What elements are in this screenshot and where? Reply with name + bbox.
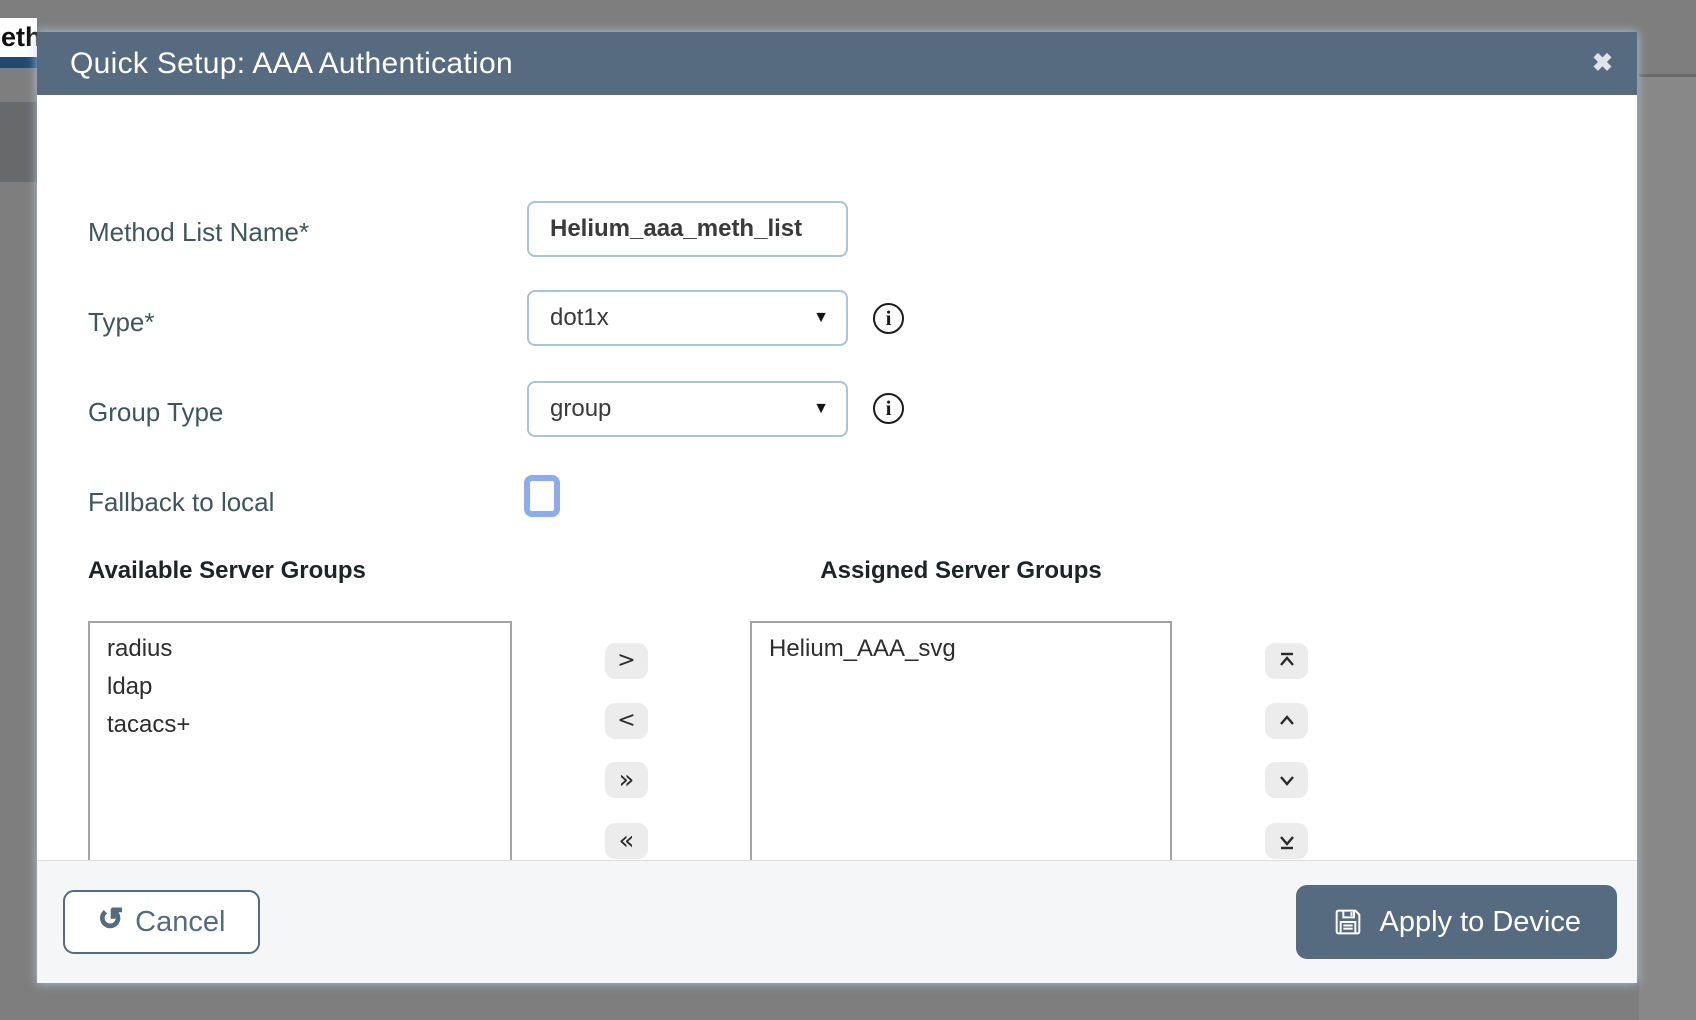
assigned-server-groups-heading: Assigned Server Groups bbox=[750, 557, 1172, 585]
method-list-name-label: Method List Name* bbox=[88, 217, 309, 248]
move-to-bottom-button[interactable] bbox=[1265, 823, 1308, 859]
chevron-down-icon: ▼ bbox=[813, 400, 829, 418]
move-selected-right-button[interactable]: > bbox=[605, 643, 648, 679]
move-up-button[interactable] bbox=[1265, 703, 1308, 739]
move-all-right-button[interactable]: » bbox=[605, 762, 648, 798]
chevron-right-icon: > bbox=[617, 650, 635, 672]
list-item[interactable]: Helium_AAA_svg bbox=[752, 630, 1170, 668]
move-selected-left-button[interactable]: < bbox=[605, 703, 648, 739]
type-label: Type* bbox=[88, 307, 155, 338]
type-info-icon[interactable]: i bbox=[873, 303, 904, 334]
fallback-to-local-label: Fallback to local bbox=[88, 487, 274, 518]
background-right-band bbox=[1639, 77, 1696, 1020]
double-chevron-left-icon: « bbox=[619, 828, 635, 854]
chevron-down-icon bbox=[1275, 768, 1299, 792]
chevron-down-icon: ▼ bbox=[813, 309, 829, 327]
assigned-server-groups-listbox[interactable]: Helium_AAA_svg bbox=[750, 621, 1172, 863]
apply-button-label: Apply to Device bbox=[1380, 906, 1582, 939]
dialog-title: Quick Setup: AAA Authentication bbox=[70, 47, 513, 81]
move-to-top-button[interactable] bbox=[1265, 643, 1308, 679]
available-server-groups-heading: Available Server Groups bbox=[88, 557, 366, 585]
chevron-down-bar-icon bbox=[1275, 829, 1299, 853]
available-server-groups-listbox[interactable]: radiusldaptacacs+ bbox=[88, 621, 512, 863]
apply-to-device-button[interactable]: Apply to Device bbox=[1296, 885, 1618, 959]
list-item[interactable]: ldap bbox=[90, 668, 510, 706]
dialog-body: Method List Name* Type* dot1x ▼ i Group … bbox=[37, 95, 1637, 860]
chevron-left-icon: < bbox=[617, 710, 635, 732]
dialog-header: Quick Setup: AAA Authentication ✖ bbox=[37, 32, 1637, 95]
chevron-up-icon bbox=[1275, 709, 1299, 733]
list-item[interactable]: radius bbox=[90, 630, 510, 668]
quick-setup-aaa-dialog: Quick Setup: AAA Authentication ✖ Method… bbox=[37, 32, 1637, 983]
close-icon[interactable]: ✖ bbox=[1592, 51, 1613, 76]
move-all-left-button[interactable]: « bbox=[605, 823, 648, 859]
double-chevron-right-icon: » bbox=[619, 767, 635, 793]
background-tab-text: ethod bbox=[1, 22, 37, 53]
group-type-info-icon[interactable]: i bbox=[873, 393, 904, 424]
background-active-tab-underline bbox=[0, 57, 37, 68]
background-tab-fragment: ethod bbox=[0, 18, 37, 57]
chevron-up-bar-icon bbox=[1275, 649, 1299, 673]
dialog-footer: ↺ Cancel Apply to Device bbox=[37, 860, 1637, 983]
background-table-header-fragment bbox=[0, 102, 37, 182]
type-select[interactable]: dot1x ▼ bbox=[527, 290, 848, 346]
cancel-button-label: Cancel bbox=[135, 906, 225, 939]
group-type-select-value: group bbox=[550, 395, 611, 423]
save-icon bbox=[1332, 906, 1364, 938]
undo-icon: ↺ bbox=[98, 905, 123, 935]
method-list-name-input[interactable] bbox=[527, 201, 848, 257]
move-down-button[interactable] bbox=[1265, 762, 1308, 798]
group-type-select[interactable]: group ▼ bbox=[527, 381, 848, 437]
group-type-label: Group Type bbox=[88, 397, 223, 428]
cancel-button[interactable]: ↺ Cancel bbox=[63, 890, 260, 954]
screen: ethod Quick Setup: AAA Authentication ✖ … bbox=[0, 0, 1696, 1020]
fallback-to-local-checkbox[interactable] bbox=[524, 475, 560, 517]
type-select-value: dot1x bbox=[550, 304, 609, 332]
list-item[interactable]: tacacs+ bbox=[90, 706, 510, 744]
